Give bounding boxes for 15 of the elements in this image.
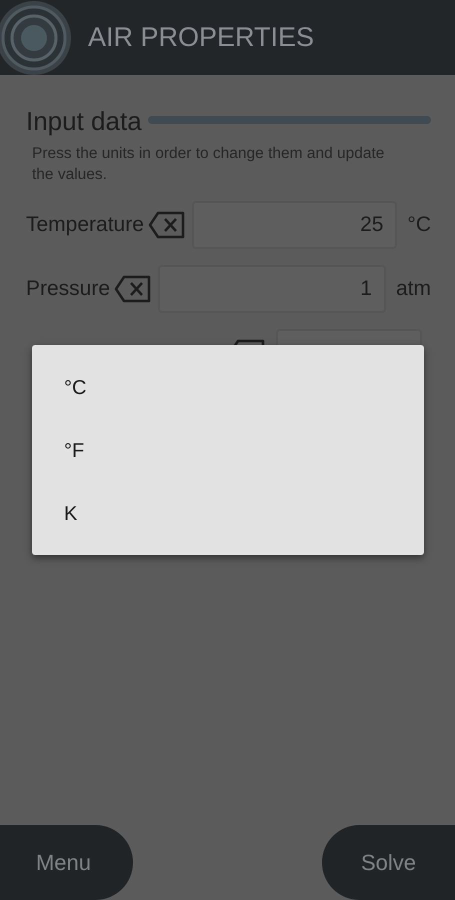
menu-item[interactable]: °C xyxy=(32,357,424,420)
section-heading: Input data xyxy=(26,106,142,137)
menu-item[interactable]: °F xyxy=(32,420,424,483)
unit-link[interactable]: atm xyxy=(396,277,431,301)
clear-icon[interactable] xyxy=(114,275,152,303)
app-title: AIR PROPERTIES xyxy=(88,22,314,53)
solve-button[interactable]: Solve xyxy=(322,825,455,900)
clear-icon[interactable] xyxy=(148,211,186,239)
field-label: Temperature xyxy=(26,213,144,237)
menu-button[interactable]: Menu xyxy=(0,825,133,900)
input-field[interactable]: 25 xyxy=(192,201,398,249)
input-field[interactable]: 1 xyxy=(158,265,386,313)
field-label: Pressure xyxy=(26,277,110,301)
unit-link[interactable]: °C xyxy=(407,213,431,237)
menu-item[interactable]: K xyxy=(32,483,424,546)
